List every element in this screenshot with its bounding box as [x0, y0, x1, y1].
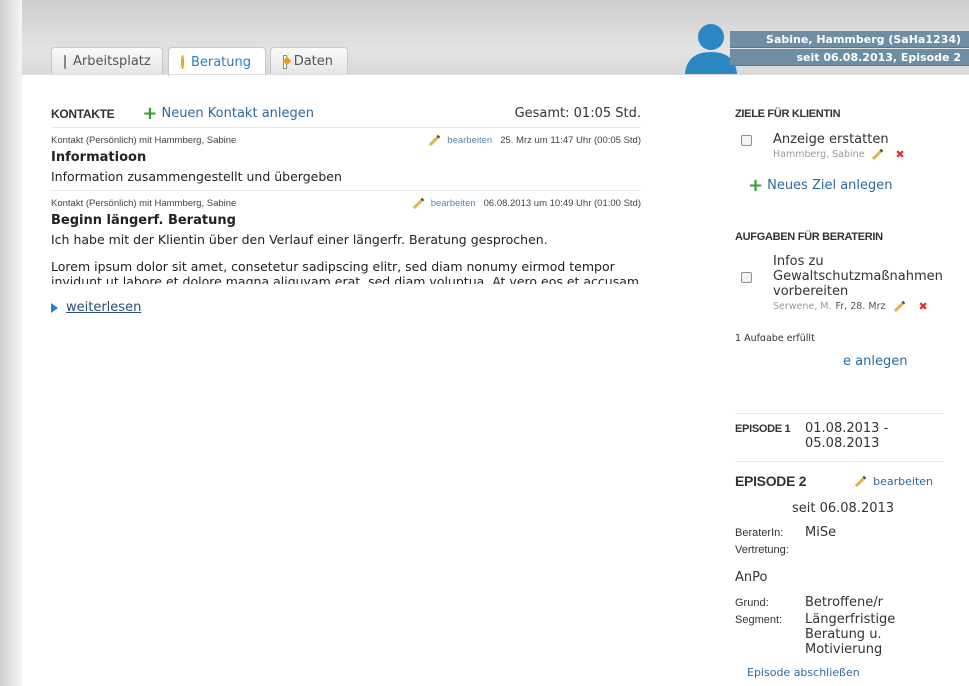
contact-title: Informatioon: [51, 150, 147, 165]
pencil-icon[interactable]: [871, 148, 883, 161]
grund-label: Grund:: [735, 597, 769, 609]
read-more-link[interactable]: weiterlesen: [51, 300, 141, 315]
goal-text: Anzeige erstatten: [773, 132, 889, 147]
speech-bubble-icon: [181, 55, 184, 69]
contact-entry: Kontakt (Persönlich) mit Hammberg, Sabin…: [51, 191, 641, 290]
pencil-icon: [429, 134, 441, 147]
divider: [735, 413, 943, 414]
add-contact-link[interactable]: + Neuen Kontakt anlegen: [142, 102, 314, 124]
read-more-label: weiterlesen: [66, 300, 142, 315]
tasks-heading: AUFGABEN FÜR BERATERIN: [735, 231, 883, 243]
contact-date: 06.08.2013 um 10:49 Uhr (01:00 Std): [483, 198, 641, 209]
triangle-right-icon: [51, 302, 58, 313]
close-episode-link[interactable]: Episode abschließen: [747, 666, 945, 679]
tab-daten[interactable]: Daten: [270, 47, 348, 75]
episode1-label: EPISODE 1: [735, 423, 791, 435]
pencil-icon: [412, 197, 424, 210]
contact-text: Information zusammengestellt und übergeb…: [51, 169, 342, 184]
plus-icon: +: [142, 102, 158, 124]
edit-contact-link[interactable]: bearbeiten: [428, 134, 493, 147]
app-window: Arbeitsplatz Beratung Daten Sabine, Hamm…: [0, 0, 969, 686]
pencil-icon[interactable]: [894, 300, 906, 313]
tab-label: Daten: [293, 54, 333, 69]
edit-label: bearbeiten: [873, 474, 933, 488]
goals-section: ZIELE FÜR KLIENTIN Anzeige erstatten Ham…: [735, 108, 945, 196]
goal-checkbox[interactable]: [741, 135, 752, 146]
episode2-section: EPISODE 2 bearbeiten seit 06.08.2013 Ber…: [735, 473, 945, 679]
contact-text: Ich habe mit der Klientin über den Verla…: [51, 232, 548, 247]
goals-heading: ZIELE FÜR KLIENTIN: [735, 108, 841, 120]
contact-meta: Kontakt (Persönlich) mit Hammberg, Sabin…: [51, 135, 237, 146]
tab-label: Beratung: [190, 54, 251, 70]
edit-label: bearbeiten: [430, 198, 476, 209]
tasks-done: 1 Aufgabe erfüllt: [735, 333, 815, 341]
add-goal-label: Neues Ziel anlegen: [767, 178, 893, 193]
contacts-heading: KONTAKTE: [51, 106, 115, 121]
tab-arbeitsplatz[interactable]: Arbeitsplatz: [51, 47, 163, 75]
contacts-total: Gesamt: 01:05 Std.: [514, 106, 641, 121]
task-text: Infos zu Gewaltschutzmaßnahmen vorbereit…: [773, 254, 943, 299]
add-goal-link[interactable]: + Neues Ziel anlegen: [748, 174, 945, 196]
tasks-section: AUFGABEN FÜR BERATERIN Infos zu Gewaltsc…: [735, 231, 945, 369]
episode1-dates: 01.08.2013 - 05.08.2013: [805, 421, 889, 451]
episode2-label: EPISODE 2: [735, 473, 807, 489]
pencil-icon: [854, 475, 867, 487]
document-edit-icon: [283, 54, 287, 69]
add-contact-label: Neuen Kontakt anlegen: [161, 106, 314, 121]
left-shadow: [0, 0, 22, 686]
contact-title: Beginn längerf. Beratung: [51, 213, 236, 228]
tab-beratung[interactable]: Beratung: [168, 47, 266, 76]
berater-value: MiSe: [805, 525, 837, 540]
user-name: Sabine, Hammberg (SaHa1234): [730, 31, 969, 48]
episode1-section: EPISODE 1 01.08.2013 - 05.08.2013: [735, 421, 945, 451]
contact-date: 25. Mrz um 11:47 Uhr (00:05 Std): [500, 135, 641, 146]
add-task-link[interactable]: e anlegen: [843, 354, 945, 369]
contacts-section: KONTAKTE + Neuen Kontakt anlegen Gesamt:…: [51, 100, 641, 290]
grund-value: Betroffene/r: [805, 595, 883, 610]
segment-value: Längerfristige Beratung u. Motivierung: [805, 612, 896, 657]
tab-baseline: [22, 74, 969, 75]
plus-icon: +: [748, 174, 764, 196]
goal-owner: Hammberg, Sabine: [773, 149, 865, 160]
contacts-header: KONTAKTE + Neuen Kontakt anlegen Gesamt:…: [51, 100, 641, 128]
vertretung-label: Vertretung:: [735, 544, 789, 556]
contact-text-truncated: Lorem ipsum dolor sit amet, consetetur s…: [51, 259, 640, 284]
user-info-bar: Sabine, Hammberg (SaHa1234) seit 06.08.2…: [730, 31, 969, 67]
edit-label: bearbeiten: [447, 135, 493, 146]
episode2-since: seit 06.08.2013: [792, 501, 895, 516]
berater-label: BeraterIn:: [735, 527, 784, 539]
delete-icon[interactable]: ✖: [896, 148, 905, 161]
edit-episode-link[interactable]: bearbeiten: [854, 475, 933, 488]
edit-contact-link[interactable]: bearbeiten: [412, 197, 476, 210]
segment-label: Segment:: [735, 614, 783, 626]
delete-icon[interactable]: ✖: [918, 300, 927, 313]
contact-meta: Kontakt (Persönlich) mit Hammberg, Sabin…: [51, 198, 237, 209]
vertretung-value: AnPo: [735, 570, 768, 585]
user-episode: seit 06.08.2013, Episode 2: [730, 49, 969, 66]
contact-entry: Kontakt (Persönlich) mit Hammberg, Sabin…: [51, 128, 641, 191]
tab-label: Arbeitsplatz: [73, 54, 151, 69]
task-owner: Serwene, M.: [773, 301, 832, 312]
divider: [735, 461, 943, 462]
task-checkbox[interactable]: [741, 272, 752, 283]
task-date: Fr, 28. Mrz: [835, 301, 886, 312]
workplace-icon: [64, 54, 66, 69]
